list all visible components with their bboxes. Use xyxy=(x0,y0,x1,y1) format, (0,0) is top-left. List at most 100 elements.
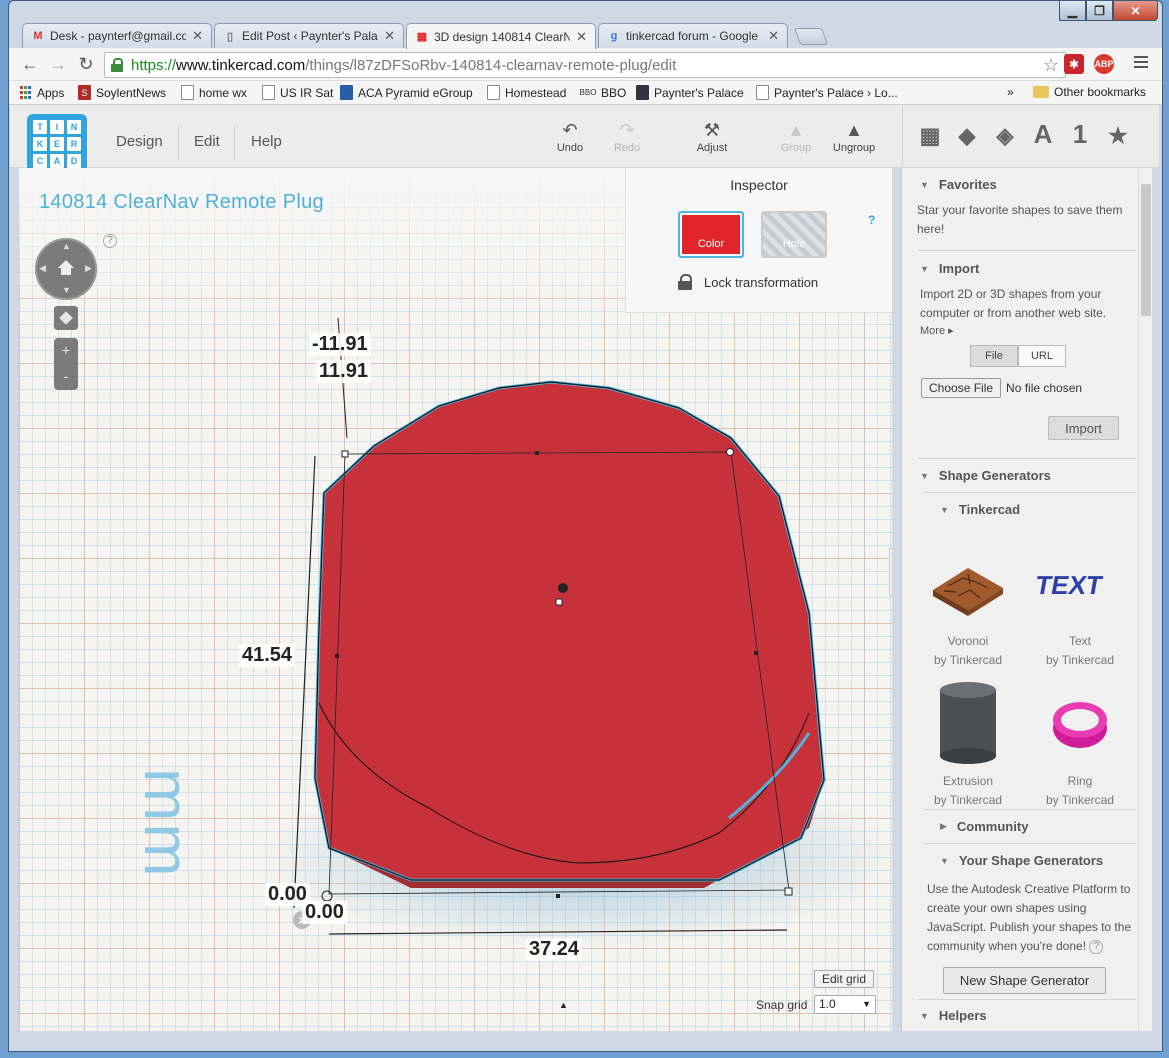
extension-icon[interactable]: ✱ xyxy=(1064,54,1084,74)
shape-text[interactable]: TEXT Text by Tinkercad xyxy=(1030,538,1130,670)
edge-handle[interactable] xyxy=(754,651,758,655)
forward-icon[interactable]: → xyxy=(47,54,69,75)
bookmark-bbo[interactable]: BBO BBO xyxy=(580,85,627,100)
menu-help[interactable]: Help xyxy=(251,133,282,150)
generators-help-icon[interactable]: ? xyxy=(1089,939,1104,954)
tinkercad-logo[interactable]: TIN KER CAD xyxy=(27,114,87,174)
bookmark-label: Paynter's Palace › Lo... xyxy=(774,85,898,100)
shape-generators-header[interactable]: ▼ Shape Generators xyxy=(920,468,1051,483)
shape-extrusion[interactable]: Extrusion by Tinkercad xyxy=(918,678,1018,810)
adjust-button[interactable]: ⚒ Adjust xyxy=(682,118,742,154)
edge-handle[interactable] xyxy=(556,894,560,898)
tinkercad-generators-header[interactable]: ▼ Tinkercad xyxy=(940,502,1020,517)
new-tab-button[interactable] xyxy=(793,28,829,45)
close-tab-icon[interactable]: ✕ xyxy=(384,28,395,44)
edge-handle[interactable] xyxy=(335,654,339,658)
expand-caret-icon: ▼ xyxy=(940,855,949,866)
bookmark-aca-pyramid[interactable]: ACA Pyramid eGroup xyxy=(340,85,473,100)
url-tab[interactable]: URL xyxy=(1018,345,1066,367)
reload-icon[interactable]: ↻ xyxy=(75,54,97,75)
wire-cube-library-icon[interactable]: ◈ xyxy=(990,123,1020,149)
bookmark-us-ir-sat[interactable]: US IR Sat xyxy=(262,85,333,100)
group-button[interactable]: ▲ Group xyxy=(766,118,826,154)
maximize-button[interactable]: ❐ xyxy=(1086,1,1113,21)
edit-grid-button[interactable]: Edit grid xyxy=(814,970,874,988)
helpers-header[interactable]: ▼ Helpers xyxy=(920,1008,987,1023)
star-library-icon[interactable]: ★ xyxy=(1103,123,1133,149)
redo-button[interactable]: ↷ Redo xyxy=(597,118,657,154)
height-neg-label[interactable]: -11.91 xyxy=(309,333,371,356)
file-tab[interactable]: File xyxy=(970,345,1018,367)
resize-handle[interactable] xyxy=(726,448,734,456)
menu-design[interactable]: Design xyxy=(116,133,163,150)
workplane-canvas[interactable]: 140814 ClearNav Remote Plug ▲ ▼ ◀ ▶ ? + … xyxy=(19,168,892,1031)
close-tab-icon[interactable]: ✕ xyxy=(192,28,203,44)
inspector-panel: Inspector Color Hole ? Lock transformati… xyxy=(625,168,892,313)
height-handle[interactable] xyxy=(555,598,563,606)
bookmark-apps[interactable]: Apps xyxy=(19,85,64,100)
collapse-panel-button[interactable]: ❯ xyxy=(889,548,892,596)
inspector-help-icon[interactable]: ? xyxy=(868,213,875,227)
tool-label: Group xyxy=(780,142,812,154)
bookmark-other[interactable]: Other bookmarks xyxy=(1033,85,1146,99)
tab-title: Desk - paynterf@gmail.co xyxy=(50,29,187,43)
tab-gmail[interactable]: M Desk - paynterf@gmail.co ✕ xyxy=(22,23,212,48)
community-header[interactable]: ▶ Community xyxy=(940,819,1028,834)
width-label[interactable]: 37.24 xyxy=(526,938,583,961)
browser-toolbar: ← → ↻ https://www.tinkercad.com/things/l… xyxy=(9,48,1162,81)
bookmark-soylentnews[interactable]: S SoylentNews xyxy=(78,85,166,100)
bookmark-label: home wx xyxy=(199,85,248,100)
ungroup-button[interactable]: ▲ Ungroup xyxy=(824,118,884,154)
text-library-icon[interactable]: A xyxy=(1028,119,1058,150)
import-button[interactable]: Import xyxy=(1048,416,1119,440)
ungroup-icon: ▲ xyxy=(845,120,863,140)
grid-library-icon[interactable]: ▦ xyxy=(915,123,945,149)
origin-y-label[interactable]: 0.00 xyxy=(302,901,347,924)
depth-label[interactable]: 41.54 xyxy=(239,644,296,667)
lift-handle[interactable] xyxy=(558,583,568,593)
chrome-menu-icon[interactable] xyxy=(1134,56,1148,71)
bookmark-paynters-palace[interactable]: Paynter's Palace xyxy=(636,85,744,100)
minimize-button[interactable]: ▁ xyxy=(1059,1,1086,21)
scrollbar-thumb[interactable] xyxy=(1141,184,1151,316)
shape-ring[interactable]: Ring by Tinkercad xyxy=(1030,678,1130,810)
number-library-icon[interactable]: 1 xyxy=(1065,119,1095,150)
lock-transformation-toggle[interactable]: Lock transformation xyxy=(678,274,818,290)
hole-swatch[interactable]: Hole xyxy=(761,211,827,258)
adblock-icon[interactable]: ABP xyxy=(1094,54,1114,74)
bookmark-star-icon[interactable]: ☆ xyxy=(1043,55,1059,76)
shape-voronoi[interactable]: Voronoi by Tinkercad xyxy=(918,538,1018,670)
snap-grid-select[interactable]: 1.0 xyxy=(814,995,876,1014)
bookmarks-overflow[interactable]: » xyxy=(1007,85,1014,99)
address-bar[interactable]: https://www.tinkercad.com/things/l87zDFS… xyxy=(104,52,1066,78)
menu-edit[interactable]: Edit xyxy=(194,133,220,150)
import-header[interactable]: ▼ Import xyxy=(920,261,979,276)
new-shape-generator-button[interactable]: New Shape Generator xyxy=(943,967,1106,994)
bookmark-home-wx[interactable]: home wx xyxy=(181,85,247,100)
close-window-button[interactable]: ✕ xyxy=(1113,1,1158,21)
favorites-header[interactable]: ▼ Favorites xyxy=(920,177,997,192)
bookmark-homestead[interactable]: Homestead xyxy=(487,85,566,100)
tab-tinkercad-design[interactable]: ▦ 3D design 140814 ClearNa ✕ xyxy=(406,23,596,49)
window-controls: ▁ ❐ ✕ xyxy=(1059,1,1158,21)
back-icon[interactable]: ← xyxy=(19,54,41,75)
height-pos-label[interactable]: 11.91 xyxy=(316,360,371,383)
edge-handle[interactable] xyxy=(535,451,539,455)
choose-file-button[interactable]: Choose File xyxy=(921,378,1002,398)
sidepanel-scrollbar[interactable] xyxy=(1138,168,1152,1031)
close-tab-icon[interactable]: ✕ xyxy=(576,29,587,45)
undo-button[interactable]: ↶ Undo xyxy=(540,118,600,154)
close-tab-icon[interactable]: ✕ xyxy=(768,28,779,44)
tab-google-search[interactable]: g tinkercad forum - Google ✕ xyxy=(598,23,788,48)
import-more-link[interactable]: More ▸ xyxy=(920,322,1130,341)
resize-handle[interactable] xyxy=(341,450,349,458)
favorites-text: Star your favorite shapes to save them h… xyxy=(917,203,1123,236)
resize-handle[interactable] xyxy=(784,887,793,896)
bookmark-paynters-palace-login[interactable]: Paynter's Palace › Lo... xyxy=(756,85,898,100)
your-generators-header[interactable]: ▼ Your Shape Generators xyxy=(940,853,1103,868)
url-path: /things/l87zDFSoRbv-140814-clearnav-remo… xyxy=(305,56,677,74)
shape-top-face[interactable] xyxy=(313,380,826,882)
tab-edit-post[interactable]: ▯ Edit Post ‹ Paynter's Palac ✕ xyxy=(214,23,404,48)
cube-library-icon[interactable]: ◆ xyxy=(952,123,982,149)
color-swatch[interactable]: Color xyxy=(678,211,744,258)
